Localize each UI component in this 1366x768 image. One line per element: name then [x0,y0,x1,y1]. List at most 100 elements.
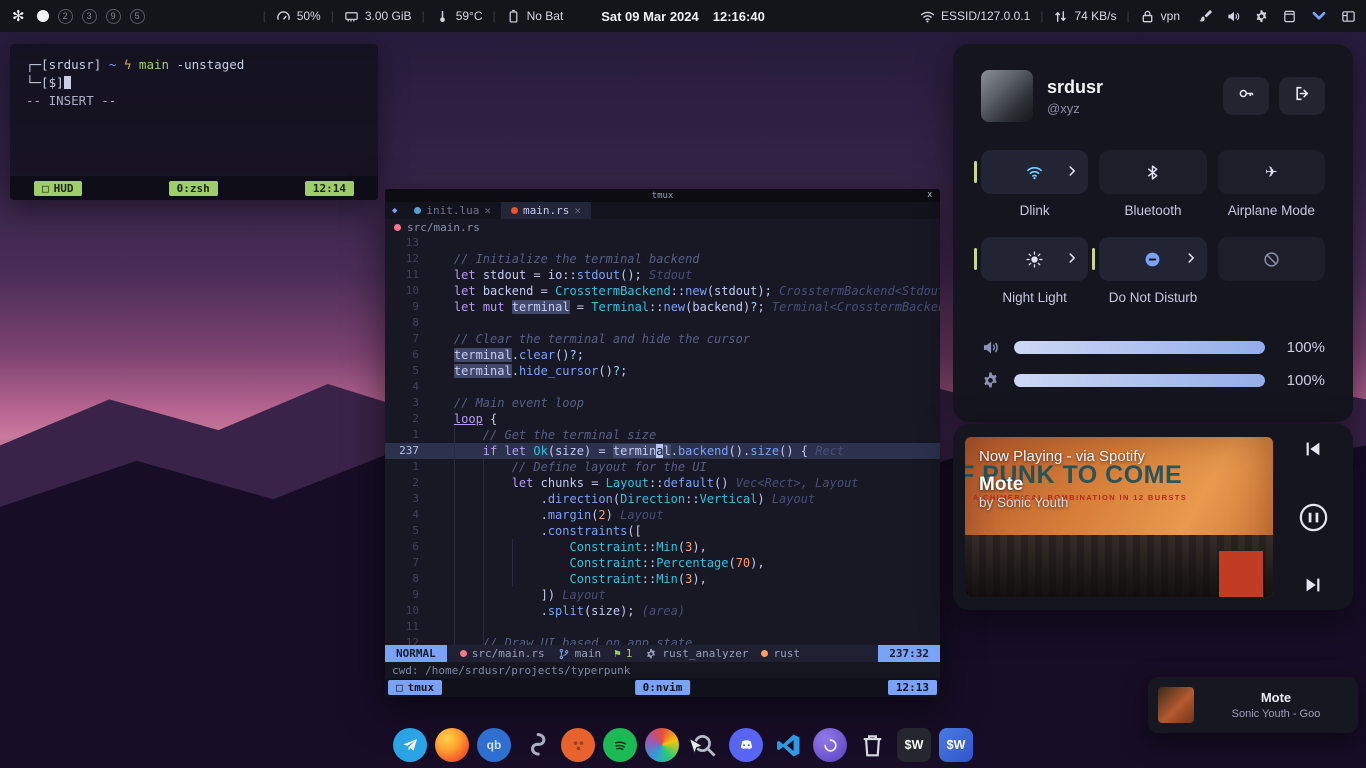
tray-brush-icon[interactable] [1198,9,1213,24]
terminal-cursor [64,76,71,89]
separator: | [331,9,334,23]
toggle-blocked[interactable] [1218,237,1325,281]
workspace-9[interactable]: 9 [106,9,121,24]
vpn-status[interactable]: vpn [1140,9,1180,24]
code-line: 7 Constraint::Percentage(70), [385,555,940,571]
launcher-icon[interactable]: ✻ [12,7,25,25]
workspace-2[interactable]: 2 [58,9,73,24]
tab-close-icon[interactable]: × [574,204,581,217]
chevron-right-icon [1065,251,1079,265]
dock-icon-trash[interactable] [855,728,889,762]
tmux-status-bar-hud: □HUD 0:zsh 12:14 [10,176,378,200]
next-track-button[interactable] [1302,574,1324,596]
code-line: 1 // Define layout for the UI [385,459,940,475]
code-line: 4 [385,379,940,395]
lsp-gear-icon [645,648,657,660]
git-branch: main [575,647,602,660]
chevron-right-icon [1065,164,1079,178]
tmux-session-badge[interactable]: □HUD [34,181,82,196]
code-editor[interactable]: 1312 // Initialize the terminal backend1… [385,235,940,645]
blocked-icon [1263,251,1280,268]
dock-icon-orange-app[interactable] [561,728,595,762]
clock: Sat 09 Mar 2024 12:16:40 [601,9,765,24]
tab-main.rs[interactable]: main.rs× [501,202,591,219]
dock-icon-search[interactable] [687,728,721,762]
workspace-list: 2395 [37,9,145,24]
logout-button[interactable] [1279,77,1325,115]
speed-value: 74 KB/s [1074,9,1116,23]
dock-icon-gallery[interactable] [645,728,679,762]
tmux-window-badge[interactable]: 0:zsh [169,181,218,196]
separator: | [1040,9,1043,23]
tray-layout-icon[interactable] [1341,9,1356,24]
window-close-button[interactable]: x [928,189,933,199]
file-icon [460,650,467,657]
dock-icon-telegram[interactable] [393,728,427,762]
dock-icon-vscode[interactable] [771,728,805,762]
square-icon: □ [42,182,49,195]
editor-window[interactable]: tmux x ◆ init.lua×main.rs× src/main.rs 1… [385,189,940,697]
tray-speaker-icon[interactable] [1226,9,1241,24]
tab-close-icon[interactable]: × [484,204,491,217]
toggle-dnd[interactable] [1099,237,1206,281]
terminal-window[interactable]: ┌─[srdusr] ~ ϟ main -unstaged └─[$] -- I… [10,44,378,200]
control-center-panel: srdusr @xyz DlinkBluetooth✈Airplane Mode… [953,44,1353,422]
network-status[interactable]: ESSID/127.0.0.1 [920,9,1030,24]
code-line: 3 .direction(Direction::Vertical) Layout [385,491,940,507]
tray-chevron-icon[interactable] [1310,7,1328,25]
window-titlebar[interactable]: tmux x [385,189,940,202]
dock-icon-firefox[interactable] [435,728,469,762]
media-notification[interactable]: Mote Sonic Youth - Goo [1148,677,1358,733]
tray-clipboard-icon[interactable] [1282,9,1297,24]
lock-icon [1140,9,1155,24]
toggle-label: Airplane Mode [1228,203,1315,220]
workspace-5[interactable]: 5 [130,9,145,24]
dock-icon-sw-blue[interactable]: $W [939,728,973,762]
key-icon [1238,85,1255,107]
toggle-bluetooth[interactable] [1099,150,1206,194]
tmux-window-badge[interactable]: 0:nvim [635,680,691,695]
separator: | [263,9,266,23]
brightness-icon [981,371,1000,390]
toggle-airplane[interactable]: ✈ [1218,150,1325,194]
code-line: 9 let mut terminal = Terminal::new(backe… [385,299,940,315]
toggle-night-light[interactable] [981,237,1088,281]
system-tray [1198,7,1356,25]
brightness-slider[interactable] [1014,374,1265,387]
tab-init.lua[interactable]: init.lua× [404,202,501,219]
code-line: 12 // Initialize the terminal backend [385,251,940,267]
code-line: 2 loop { [385,411,940,427]
code-line: 11 [385,619,940,635]
notification-subtitle: Sonic Youth - Goo [1204,708,1348,720]
dock-icon-qutebrowser[interactable]: qb [477,728,511,762]
avatar [981,70,1033,122]
track-artist: by Sonic Youth [979,495,1068,510]
lock-keys-button[interactable] [1223,77,1269,115]
code-line: 10 .split(size); (area) [385,603,940,619]
separator: | [422,9,425,23]
previous-track-button[interactable] [1302,438,1324,460]
updown-arrows-icon [1053,9,1068,24]
workspace-3[interactable]: 3 [82,9,97,24]
git-branch-icon [558,648,570,660]
dock-icon-sw-dark[interactable]: $W [897,728,931,762]
dock-icon-spotify[interactable] [603,728,637,762]
separator: | [1127,9,1130,23]
pause-button[interactable] [1297,501,1330,534]
prompt-line-1: ┌─[srdusr] ~ ϟ main -unstaged [26,57,244,72]
dock-icon-hook[interactable] [519,728,553,762]
tmux-clock-badge: 12:14 [305,181,354,196]
dock-icon-purple-app[interactable] [813,728,847,762]
workspace-active[interactable] [37,10,49,22]
bluetooth-icon [1144,164,1161,181]
flag-icon: ⚑ [614,647,621,660]
network-speed: 74 KB/s [1053,9,1116,24]
volume-slider[interactable] [1014,341,1265,354]
dock-icon-discord[interactable] [729,728,763,762]
tray-gear-icon[interactable] [1254,9,1269,24]
volume-value: 100% [1279,339,1325,356]
toggle-dlink[interactable] [981,150,1088,194]
breadcrumb: src/main.rs [385,219,940,235]
temperature-value: 59°C [456,9,483,23]
tmux-session-badge[interactable]: □tmux [388,680,442,695]
